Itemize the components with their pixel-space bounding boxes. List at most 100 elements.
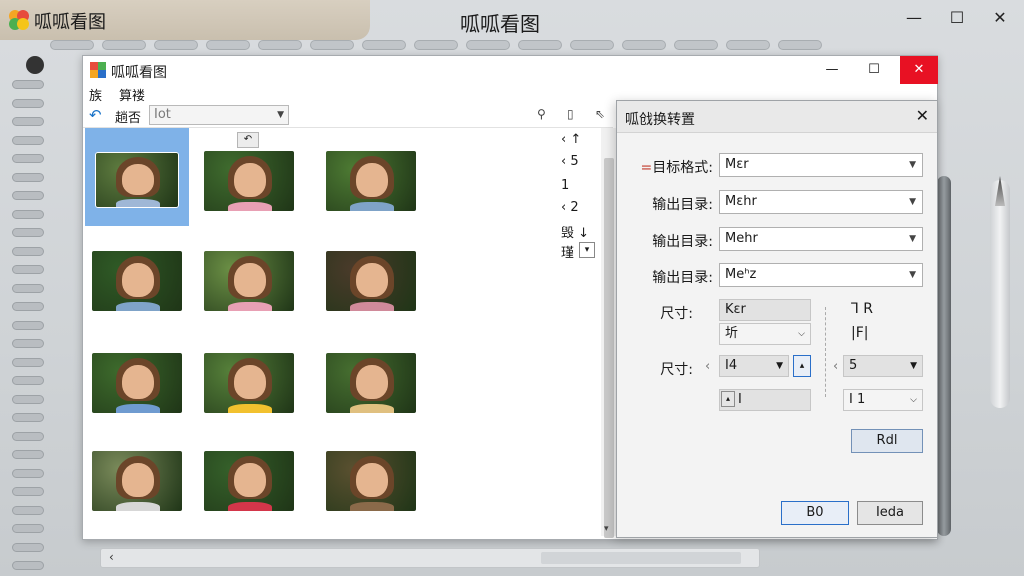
photo-thumbnail[interactable] bbox=[91, 450, 183, 512]
apply-button[interactable]: Rdl bbox=[851, 429, 923, 453]
size2-left-select[interactable]: I4 ▼ bbox=[719, 355, 789, 377]
outer-minimize-button[interactable]: — bbox=[900, 8, 928, 30]
size2-arrow-button[interactable]: ▴ bbox=[793, 355, 811, 377]
vertical-scrollbar[interactable]: ▾ bbox=[601, 128, 617, 538]
scroll-down-icon[interactable]: ▾ bbox=[604, 524, 609, 534]
output-dir-label-2: 输出目录: bbox=[652, 234, 713, 250]
photo-thumbnail[interactable] bbox=[91, 352, 183, 414]
photo-thumbnail[interactable] bbox=[203, 250, 295, 312]
ring-decoration bbox=[12, 80, 44, 89]
side-item-0[interactable]: ‹ ↑ bbox=[561, 132, 581, 147]
vertical-scroll-thumb[interactable] bbox=[604, 158, 614, 538]
photo-thumbnail[interactable] bbox=[91, 250, 183, 312]
outer-maximize-button[interactable]: ☐ bbox=[943, 8, 971, 30]
chevron-down-icon: ▼ bbox=[776, 361, 783, 371]
search-icon[interactable]: ⚲ bbox=[537, 107, 546, 121]
size2-right-select[interactable]: 5 ▼ bbox=[843, 355, 923, 377]
side-item-2[interactable]: 1 bbox=[561, 178, 569, 193]
photo-thumbnail[interactable] bbox=[203, 150, 295, 212]
chevron-down-icon: ⌵ bbox=[798, 329, 805, 339]
ring-decoration bbox=[12, 135, 44, 145]
size1-box-bottom-value: 圻 bbox=[725, 326, 739, 341]
conversion-dialog: 呱戗换转置 ✕ =目标格式: Mɛr ▼ 输出目录: Mɛhr ▼ 输出目录: Me… bbox=[616, 100, 938, 538]
navigate-up-button[interactable]: ↶ bbox=[237, 132, 259, 148]
output-dir-select-2[interactable]: Mehr ▼ bbox=[719, 227, 923, 251]
photo-thumbnail[interactable] bbox=[203, 450, 295, 512]
ring-decoration bbox=[12, 450, 44, 459]
horizontal-scroll-thumb[interactable] bbox=[541, 552, 741, 564]
ring-decoration bbox=[310, 40, 354, 50]
output-dir-select-3[interactable]: Meʰz ▼ bbox=[719, 263, 923, 287]
ring-decoration bbox=[12, 431, 44, 441]
ring-decoration bbox=[12, 376, 44, 385]
ring-decoration bbox=[778, 40, 822, 50]
target-format-value: Mɛr bbox=[725, 157, 749, 172]
photo-thumbnail[interactable] bbox=[325, 250, 417, 312]
pen-dot-decoration bbox=[26, 56, 44, 74]
panel-icon[interactable]: ▯ bbox=[567, 107, 574, 121]
chevron-down-icon: ▼ bbox=[277, 110, 284, 120]
outer-close-button[interactable]: ✕ bbox=[986, 8, 1014, 30]
menu-item-1[interactable]: 算褛 bbox=[119, 85, 145, 104]
photo-thumbnail[interactable] bbox=[325, 150, 417, 212]
folder-select[interactable]: Iot ▼ bbox=[149, 105, 289, 125]
side-item-4[interactable]: 毁 ↓ bbox=[561, 222, 589, 241]
chevron-down-icon: ▼ bbox=[909, 197, 916, 207]
output-dir-value-1: Mɛhr bbox=[725, 194, 757, 209]
photo-thumbnail[interactable] bbox=[325, 352, 417, 414]
close-button[interactable]: ✕ bbox=[900, 56, 938, 84]
ring-decoration bbox=[726, 40, 770, 50]
ring-decoration bbox=[12, 339, 44, 348]
ring-decoration bbox=[12, 228, 44, 237]
dialog-titlebar: 呱戗换转置 ✕ bbox=[617, 101, 937, 133]
size2-left-prefix: ‹ bbox=[705, 359, 711, 374]
toolbar-label: 趟否 bbox=[115, 111, 142, 126]
menu-item-0[interactable]: 族 bbox=[89, 85, 102, 104]
back-icon[interactable]: ↶ bbox=[89, 106, 102, 124]
target-format-select[interactable]: Mɛr ▼ bbox=[719, 153, 923, 177]
side-dropdown-arrow[interactable]: ▾ bbox=[579, 242, 595, 258]
expand-icon[interactable]: ⇖ bbox=[595, 107, 605, 121]
app-icon bbox=[90, 62, 106, 78]
toolbar: ↶ 趟否 Iot ▼ ⚲ ▯ ⇖ bbox=[83, 104, 613, 128]
size2-left-bottom-button[interactable]: ▴ bbox=[721, 391, 735, 407]
notebook-rings bbox=[4, 50, 44, 576]
output-dir-select-1[interactable]: Mɛhr ▼ bbox=[719, 190, 923, 214]
outer-window-title: 呱呱看图 bbox=[460, 12, 540, 36]
chevron-down-icon: ▼ bbox=[909, 160, 916, 170]
window-title: 呱呱看图 bbox=[111, 65, 167, 81]
cancel-button[interactable]: Ieda bbox=[857, 501, 923, 525]
dialog-close-icon[interactable]: ✕ bbox=[916, 106, 929, 125]
maximize-button[interactable]: ☐ bbox=[859, 56, 889, 84]
photo-thumbnail[interactable] bbox=[203, 352, 295, 414]
photo-thumbnail[interactable] bbox=[325, 450, 417, 512]
chevron-down-icon: ▼ bbox=[909, 270, 916, 280]
side-item-5[interactable]: 瑾 bbox=[561, 242, 574, 261]
size2-right-bottom-value: I 1 bbox=[849, 392, 866, 407]
size2-left-bottom-value: I bbox=[738, 392, 742, 407]
size1-box-top[interactable]: Kɛr bbox=[719, 299, 811, 321]
ring-decoration bbox=[12, 98, 44, 108]
size1-box-bottom[interactable]: 圻 ⌵ bbox=[719, 323, 811, 345]
chevron-down-icon: ▼ bbox=[909, 234, 916, 244]
size2-right-bottom-select[interactable]: I 1 ⌵ bbox=[843, 389, 923, 411]
side-item-1[interactable]: ‹ 5 bbox=[561, 154, 579, 169]
side-column: ‹ ↑ ‹ 5 1 ‹ 2 毁 ↓ 瑾 ▾ bbox=[561, 132, 601, 272]
dashed-divider bbox=[825, 307, 826, 397]
photo-thumbnail[interactable] bbox=[95, 152, 179, 208]
side-item-3[interactable]: ‹ 2 bbox=[561, 200, 579, 215]
horizontal-scrollbar[interactable]: ‹ bbox=[100, 548, 760, 568]
size-label-2: 尺寸: bbox=[660, 362, 693, 378]
output-dir-value-2: Mehr bbox=[725, 231, 758, 246]
minimize-button[interactable]: — bbox=[817, 56, 847, 84]
outer-app-name: 呱呱看图 bbox=[34, 12, 106, 33]
ring-decoration bbox=[12, 320, 44, 330]
scroll-left-icon[interactable]: ‹ bbox=[109, 550, 114, 564]
ring-decoration bbox=[12, 357, 44, 367]
ring-decoration bbox=[12, 524, 44, 533]
ring-decoration bbox=[50, 40, 94, 50]
output-dir-label-3: 输出目录: bbox=[652, 270, 713, 286]
ring-decoration bbox=[12, 265, 44, 274]
ok-button[interactable]: B0 bbox=[781, 501, 849, 525]
ring-decoration bbox=[154, 40, 198, 50]
